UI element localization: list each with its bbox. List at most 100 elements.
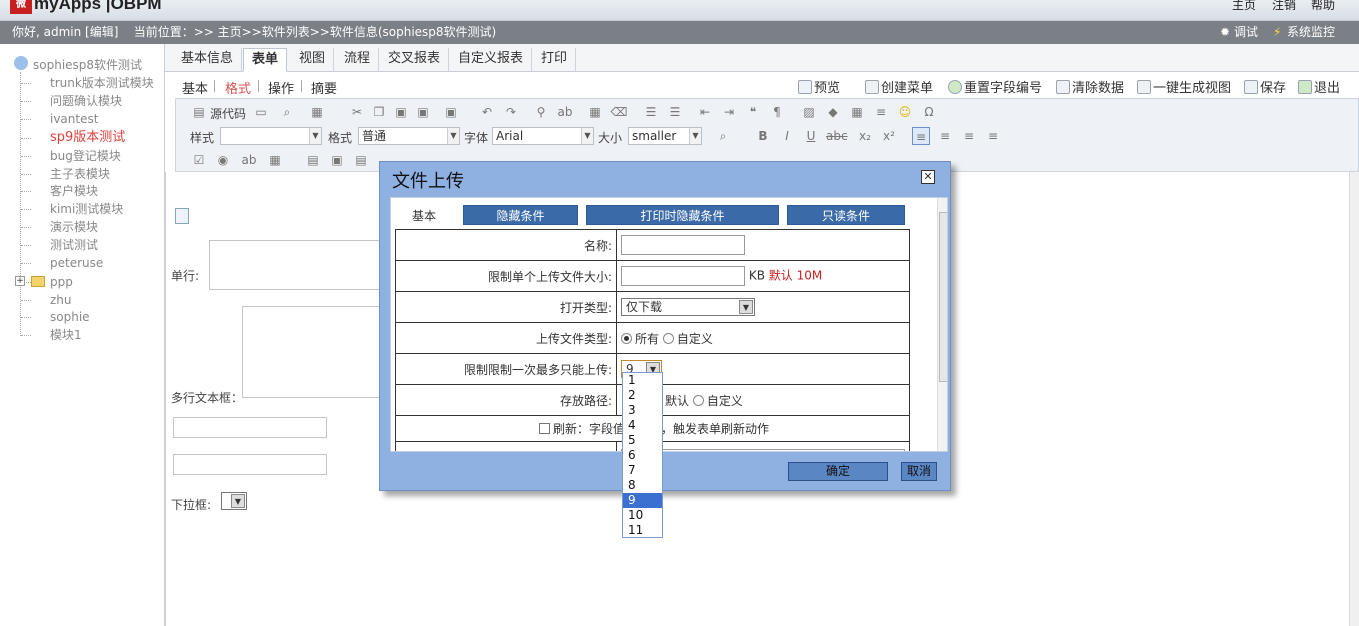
home-link[interactable]: 主页 bbox=[1232, 0, 1256, 13]
underline-icon[interactable]: U bbox=[802, 127, 820, 145]
max-size-input[interactable] bbox=[621, 266, 745, 286]
path-default-option[interactable]: 默认 bbox=[665, 394, 689, 408]
textarea-control-icon[interactable]: ▦ bbox=[266, 151, 284, 169]
dialog-scrollbar[interactable] bbox=[937, 198, 947, 451]
dropdown-option[interactable]: 10 bbox=[623, 508, 662, 523]
tree-item[interactable]: sophie bbox=[50, 310, 90, 324]
refresh-checkbox[interactable] bbox=[539, 423, 550, 434]
dropdown-option[interactable]: 11 bbox=[623, 523, 662, 538]
dropdown-option[interactable]: 1 bbox=[623, 373, 662, 388]
all-radio[interactable] bbox=[621, 332, 632, 344]
name-input[interactable] bbox=[621, 235, 745, 255]
subtab-summary[interactable]: 摘要 bbox=[311, 78, 337, 97]
align-left-icon[interactable]: ≡ bbox=[912, 127, 930, 145]
tree-item[interactable]: 主子表模块 bbox=[50, 167, 110, 181]
tree-item[interactable]: 演示模块 bbox=[50, 220, 98, 234]
tab-custom-report[interactable]: 自定义报表 bbox=[450, 48, 533, 72]
tree-item[interactable]: 问题确认模块 bbox=[50, 94, 122, 108]
dialog-tab-readonly-condition[interactable]: 只读条件 bbox=[787, 205, 905, 225]
style-select[interactable]: ▼ bbox=[220, 127, 322, 145]
tree-item[interactable]: peteruse bbox=[50, 256, 103, 270]
image-icon[interactable]: ▨ bbox=[800, 103, 818, 121]
dropdown-option[interactable]: 5 bbox=[623, 433, 662, 448]
table-icon[interactable]: ▦ bbox=[848, 103, 866, 121]
show-blocks-icon[interactable]: ⌕ bbox=[714, 127, 732, 145]
radio-control-icon[interactable]: ◉ bbox=[214, 151, 232, 169]
debug-button[interactable]: ✹ 调试 bbox=[1220, 21, 1258, 44]
multi-line-field[interactable] bbox=[242, 306, 392, 398]
dropdown-field[interactable]: ▼ bbox=[221, 492, 247, 510]
dropdown-option[interactable]: 9 bbox=[623, 493, 662, 508]
list-control-icon[interactable]: ▤ bbox=[304, 151, 322, 169]
tab-cross-report[interactable]: 交叉报表 bbox=[380, 48, 450, 72]
tab-form[interactable]: 表单 bbox=[243, 48, 288, 72]
source-code-icon[interactable]: ▤ bbox=[190, 103, 208, 121]
dropdown-option[interactable]: 2 bbox=[623, 388, 662, 403]
logout-link[interactable]: 注销 bbox=[1272, 0, 1296, 13]
ok-button[interactable]: 确定 bbox=[788, 462, 888, 481]
expand-icon[interactable]: + bbox=[15, 276, 25, 286]
upload-control-icon[interactable]: ▤ bbox=[352, 151, 370, 169]
outdent-icon[interactable]: ⇤ bbox=[696, 103, 714, 121]
bold-icon[interactable]: B bbox=[754, 127, 772, 145]
text-field-1[interactable] bbox=[173, 417, 327, 438]
tree-item[interactable]: ivantest bbox=[50, 112, 98, 126]
subtab-format[interactable]: 格式 bbox=[225, 78, 251, 97]
strikethrough-icon[interactable]: abc bbox=[826, 127, 848, 145]
preview-button[interactable]: 预览 bbox=[798, 77, 840, 96]
dialog-tab-print-hide-condition[interactable]: 打印时隐藏条件 bbox=[586, 205, 779, 225]
help-link[interactable]: 帮助 bbox=[1311, 0, 1335, 13]
indent-icon[interactable]: ⇥ bbox=[720, 103, 738, 121]
eraser-icon[interactable]: ⌫ bbox=[610, 103, 628, 121]
tree-item[interactable]: sp9版本测试 bbox=[50, 131, 125, 145]
new-page-icon[interactable]: ▭ bbox=[252, 103, 270, 121]
paste-word-icon[interactable]: ▣ bbox=[442, 103, 460, 121]
superscript-icon[interactable]: x² bbox=[880, 127, 898, 145]
align-justify-icon[interactable]: ≡ bbox=[984, 127, 1002, 145]
tree-item[interactable]: zhu bbox=[50, 293, 72, 307]
text-field-2[interactable] bbox=[173, 454, 327, 475]
dialog-tab-basic[interactable]: 基本 bbox=[395, 205, 453, 225]
tree-item[interactable]: ppp bbox=[50, 275, 73, 289]
size-select[interactable]: smaller ▼ bbox=[628, 127, 702, 145]
source-code-label[interactable]: 源代码 bbox=[210, 105, 246, 122]
tree-item[interactable]: kimi测试模块 bbox=[50, 202, 123, 216]
reset-field-number-button[interactable]: 重置字段编号 bbox=[948, 77, 1042, 96]
save-button[interactable]: 保存 bbox=[1244, 77, 1286, 96]
tab-view[interactable]: 视图 bbox=[291, 48, 335, 72]
tab-flow[interactable]: 流程 bbox=[336, 48, 380, 72]
dialog-tab-hide-condition[interactable]: 隐藏条件 bbox=[463, 205, 578, 225]
tree-item[interactable]: trunk版本测试模块 bbox=[50, 76, 154, 90]
cut-icon[interactable]: ✂ bbox=[348, 103, 366, 121]
font-select[interactable]: Arial ▼ bbox=[492, 127, 594, 145]
italic-icon[interactable]: I bbox=[778, 127, 796, 145]
undo-icon[interactable]: ↶ bbox=[478, 103, 496, 121]
generate-view-button[interactable]: 一键生成视图 bbox=[1137, 77, 1231, 96]
extra-input[interactable] bbox=[621, 448, 905, 451]
div-icon[interactable]: ¶ bbox=[768, 103, 786, 121]
tab-basic-info[interactable]: 基本信息 bbox=[173, 48, 243, 72]
smiley-icon[interactable]: ☺ bbox=[896, 103, 914, 121]
page-scrollbar[interactable] bbox=[1349, 172, 1359, 626]
preview-toolbar-icon[interactable]: ⌕ bbox=[278, 103, 296, 121]
dropdown-option[interactable]: 6 bbox=[623, 448, 662, 463]
dropdown-option[interactable]: 7 bbox=[623, 463, 662, 478]
tab-print[interactable]: 打印 bbox=[533, 48, 577, 72]
dropdown-option[interactable]: 8 bbox=[623, 478, 662, 493]
system-monitor-button[interactable]: ⚡ 系统监控 bbox=[1273, 21, 1335, 44]
subscript-icon[interactable]: x₂ bbox=[856, 127, 874, 145]
align-right-icon[interactable]: ≡ bbox=[960, 127, 978, 145]
copy-icon[interactable]: ❐ bbox=[370, 103, 388, 121]
dropdown-option[interactable]: 4 bbox=[623, 418, 662, 433]
single-line-field[interactable] bbox=[209, 240, 389, 290]
greeting[interactable]: 你好, admin [编辑] bbox=[12, 25, 118, 39]
custom-type-radio[interactable] bbox=[662, 332, 674, 344]
date-control-icon[interactable]: ▣ bbox=[328, 151, 346, 169]
tree-root[interactable]: sophiesp8软件测试 bbox=[33, 58, 142, 72]
dropdown-option[interactable]: 3 bbox=[623, 403, 662, 418]
ordered-list-icon[interactable]: ☰ bbox=[642, 103, 660, 121]
tree-item[interactable]: 客户模块 bbox=[50, 184, 98, 198]
close-icon[interactable]: ✕ bbox=[921, 170, 935, 184]
horizontal-rule-icon[interactable]: ≡ bbox=[872, 103, 890, 121]
find-icon[interactable]: ⚲ bbox=[532, 103, 550, 121]
